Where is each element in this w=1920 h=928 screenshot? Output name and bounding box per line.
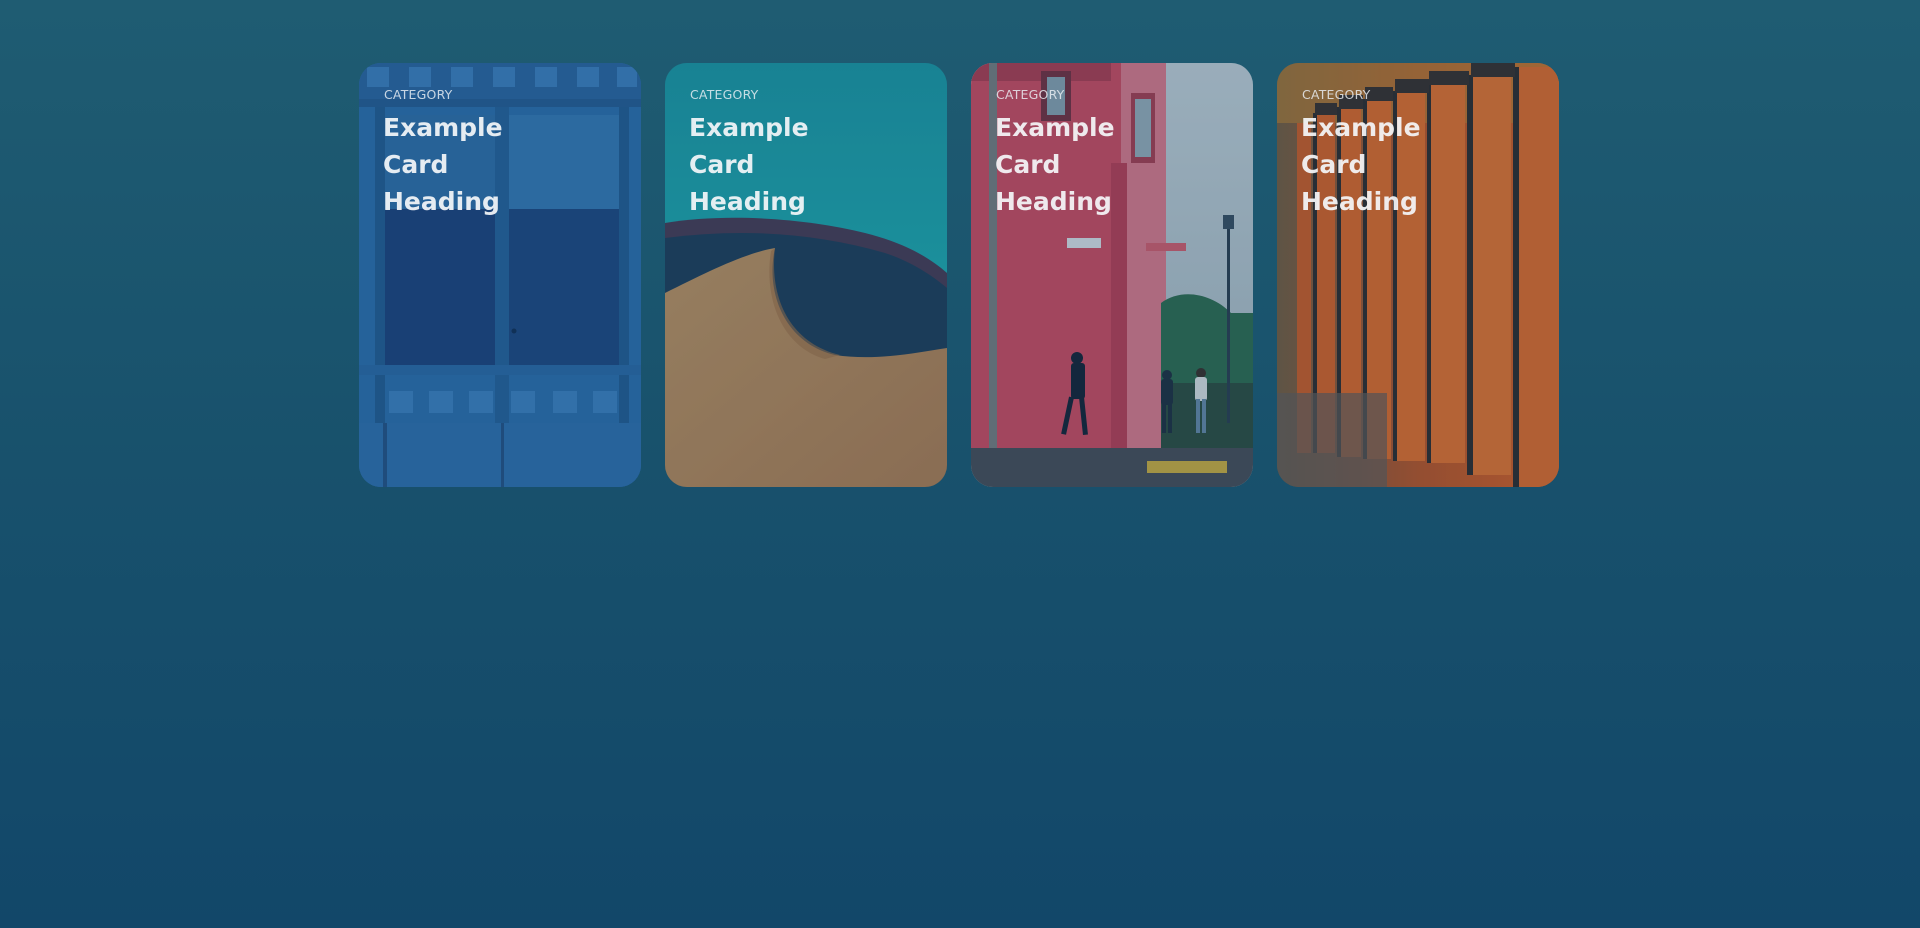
card-blue-doors[interactable]: CATEGORY Example Card Heading <box>359 63 641 487</box>
card-heading: Example Card Heading <box>383 113 503 216</box>
card-heading: Example Card Heading <box>995 113 1115 216</box>
card-category: CATEGORY <box>384 87 453 102</box>
card-sand-dune[interactable]: CATEGORY Example Card Heading <box>665 63 947 487</box>
card-torii-gates[interactable]: CATEGORY Example Card Heading <box>1277 63 1559 487</box>
card-content: CATEGORY Example Card Heading <box>383 87 623 220</box>
card-content: CATEGORY Example Card Heading <box>689 87 929 220</box>
card-heading: Example Card Heading <box>689 113 809 216</box>
card-pink-building[interactable]: CATEGORY Example Card Heading <box>971 63 1253 487</box>
card-category: CATEGORY <box>690 87 759 102</box>
card-heading: Example Card Heading <box>1301 113 1421 216</box>
card-category: CATEGORY <box>996 87 1065 102</box>
card-content: CATEGORY Example Card Heading <box>995 87 1235 220</box>
card-content: CATEGORY Example Card Heading <box>1301 87 1541 220</box>
card-category: CATEGORY <box>1302 87 1371 102</box>
card-grid: CATEGORY Example Card Heading CATEGORY E… <box>359 63 1559 487</box>
